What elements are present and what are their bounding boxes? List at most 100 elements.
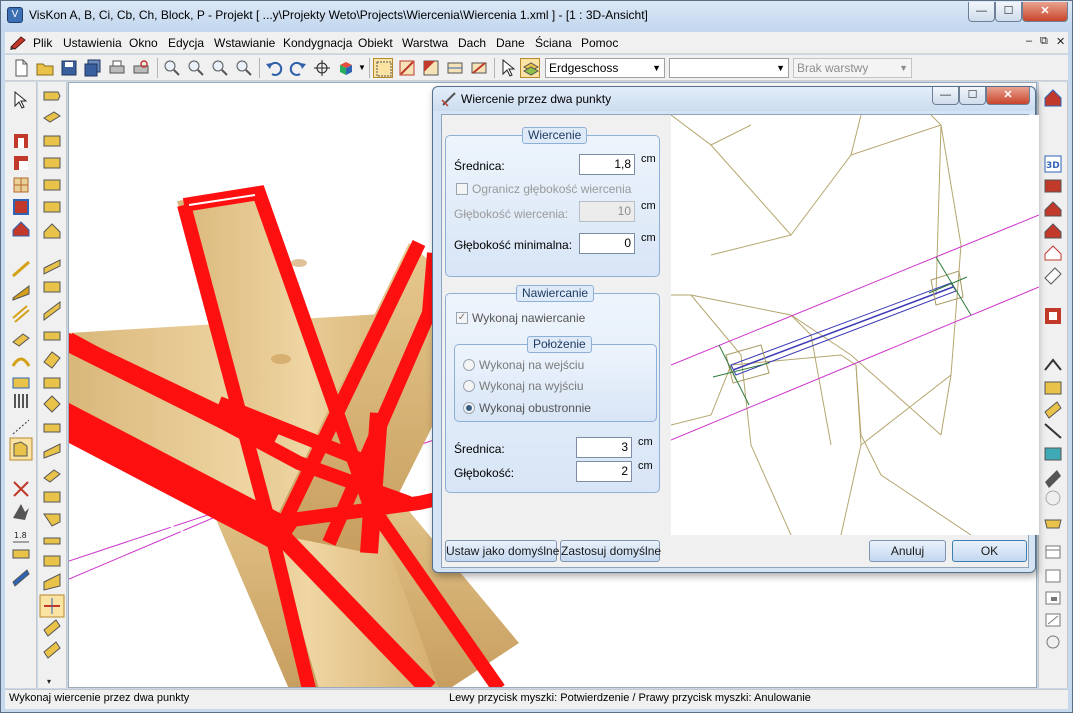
window-title: VisKon A, B, Ci, Cb, Ch, Block, P - Proj… [29, 8, 648, 22]
zoom-in-icon[interactable] [162, 58, 182, 78]
app-icon[interactable]: V [7, 7, 23, 23]
menu-kondygnacja[interactable]: Kondygnacja [283, 36, 352, 50]
dialog-maximize-button[interactable]: ☐ [959, 87, 986, 105]
min-depth-field[interactable]: 0 [579, 233, 635, 254]
min-depth-unit: cm [641, 232, 656, 244]
snap-edge-icon[interactable] [469, 58, 489, 78]
minimize-button[interactable]: — [968, 2, 995, 22]
mdi-close-button[interactable]: ✕ [1056, 35, 1065, 48]
drilling-dialog: Wiercenie przez dwa punkty — ☐ ✕ Wiercen… [432, 86, 1039, 573]
snap-grid-icon[interactable] [445, 58, 465, 78]
zoom-window-icon[interactable] [210, 58, 230, 78]
save-all-icon[interactable] [83, 58, 103, 78]
group-position: Położenie Wykonaj na wejściu Wykonaj na … [454, 336, 657, 422]
menu-dach[interactable]: Dach [458, 36, 486, 50]
print-icon[interactable] [107, 58, 127, 78]
select-beam-icon[interactable] [373, 58, 393, 78]
menu-edycja[interactable]: Edycja [168, 36, 204, 50]
radio-exit[interactable] [463, 380, 475, 392]
execute-countersink-label: Wykonaj nawiercanie [472, 311, 586, 325]
group-drilling: Wiercenie Średnica: 1,8 cm Ogranicz głęb… [445, 127, 660, 277]
set-default-button[interactable]: Ustaw jako domyślne [445, 540, 559, 562]
chevron-down-icon: ▼ [776, 63, 785, 73]
print-preview-icon[interactable] [131, 58, 151, 78]
new-file-icon[interactable] [11, 58, 31, 78]
left-tool-icons-1[interactable]: 1.8 [5, 82, 37, 688]
dialog-close-button[interactable]: ✕ [986, 87, 1030, 105]
dialog-minimize-button[interactable]: — [932, 87, 959, 105]
snap-red-icon[interactable] [397, 58, 417, 78]
countersink-depth-label: Głębokość: [454, 466, 515, 480]
status-mouse-hint: Lewy przycisk myszki: Potwierdzenie / Pr… [449, 692, 811, 704]
layer-stack-icon[interactable] [520, 58, 540, 78]
drill-preview [671, 115, 1039, 535]
radio-entry-label: Wykonaj na wejściu [479, 358, 585, 372]
execute-countersink-checkbox[interactable]: ✓ [456, 312, 468, 324]
color-cube-icon[interactable] [336, 58, 356, 78]
pointer-icon[interactable] [498, 58, 518, 78]
radio-both-sides[interactable] [463, 402, 475, 414]
menu-warstwa[interactable]: Warstwa [402, 36, 448, 50]
right-toolbar: 3D [1038, 82, 1068, 688]
group-drilling-title: Wiercenie [522, 127, 588, 144]
countersink-depth-field[interactable]: 2 [576, 461, 632, 482]
svg-text:1.8: 1.8 [14, 531, 27, 540]
dropdown-arrow-icon[interactable]: ▼ [358, 63, 366, 72]
wireframe-preview [671, 115, 1039, 535]
open-folder-icon[interactable] [35, 58, 55, 78]
countersink-diameter-unit: cm [638, 436, 653, 448]
zoom-out-icon[interactable] [186, 58, 206, 78]
cancel-button[interactable]: Anuluj [869, 540, 946, 562]
countersink-diameter-field[interactable]: 3 [576, 437, 632, 458]
diameter-label: Średnica: [454, 159, 505, 173]
maximize-button[interactable]: ☐ [995, 2, 1022, 22]
depth-field: 10 [579, 201, 635, 222]
radio-entry[interactable] [463, 359, 475, 371]
undo-icon[interactable] [264, 58, 284, 78]
ok-button[interactable]: OK [952, 540, 1027, 562]
diameter-unit: cm [641, 153, 656, 165]
left-toolbar-2: ▾ [38, 82, 67, 688]
min-depth-label: Głębokość minimalna: [454, 238, 573, 252]
menu-okno[interactable]: Okno [129, 36, 158, 50]
menu-plik[interactable]: Plik [33, 36, 52, 50]
depth-unit: cm [641, 200, 656, 212]
mdi-restore-button[interactable]: ⧉ [1040, 35, 1048, 48]
zoom-extents-icon[interactable] [234, 58, 254, 78]
redo-icon[interactable] [288, 58, 308, 78]
crosshair-icon[interactable] [312, 58, 332, 78]
limit-depth-checkbox[interactable] [456, 183, 468, 195]
drill-icon [441, 92, 456, 107]
diameter-field[interactable]: 1,8 [579, 154, 635, 175]
right-tool-icons[interactable]: 3D [1039, 82, 1069, 688]
countersink-diameter-label: Średnica: [454, 442, 505, 456]
mdi-minimize-button[interactable]: – [1026, 35, 1032, 47]
menu-ustawienia[interactable]: Ustawienia [63, 36, 122, 50]
status-left-text: Wykonaj wiercenie przez dwa punkty [9, 692, 190, 704]
title-bar: V VisKon A, B, Ci, Cb, Ch, Block, P - Pr… [1, 1, 1072, 31]
layer-select-value: Brak warstwy [797, 61, 869, 75]
apply-default-button[interactable]: Zastosuj domyślne [560, 540, 661, 562]
status-bar: Wykonaj wiercenie przez dwa punkty Lewy … [5, 689, 1068, 709]
snap-corner-icon[interactable] [421, 58, 441, 78]
dialog-client: Wiercenie Średnica: 1,8 cm Ogranicz głęb… [441, 114, 1039, 568]
group-countersink: Nawiercanie ✓ Wykonaj nawiercanie Położe… [445, 285, 660, 493]
view-select[interactable]: ▼ [669, 58, 789, 78]
menu-pomoc[interactable]: Pomoc [581, 36, 618, 50]
menu-wstawianie[interactable]: Wstawianie [214, 36, 275, 50]
radio-both-sides-label: Wykonaj obustronnie [479, 401, 591, 415]
document-pencil-icon[interactable] [9, 35, 27, 50]
menu-sciana[interactable]: Ściana [535, 36, 572, 50]
depth-label: Głębokość wiercenia: [454, 207, 569, 221]
save-icon[interactable] [59, 58, 79, 78]
menu-bar: Plik Ustawienia Okno Edycja Wstawianie K… [5, 32, 1068, 54]
menu-obiekt[interactable]: Obiekt [358, 36, 393, 50]
group-position-title: Położenie [527, 336, 592, 353]
close-button[interactable]: ✕ [1022, 2, 1068, 22]
svg-text:▾: ▾ [47, 677, 51, 686]
dialog-title: Wiercenie przez dwa punkty [461, 92, 612, 106]
dialog-title-bar: Wiercenie przez dwa punkty — ☐ ✕ [433, 87, 1035, 111]
left-tool-icons-2[interactable]: ▾ [38, 82, 67, 688]
menu-dane[interactable]: Dane [496, 36, 525, 50]
floor-select[interactable]: Erdgeschoss ▼ [545, 58, 665, 78]
